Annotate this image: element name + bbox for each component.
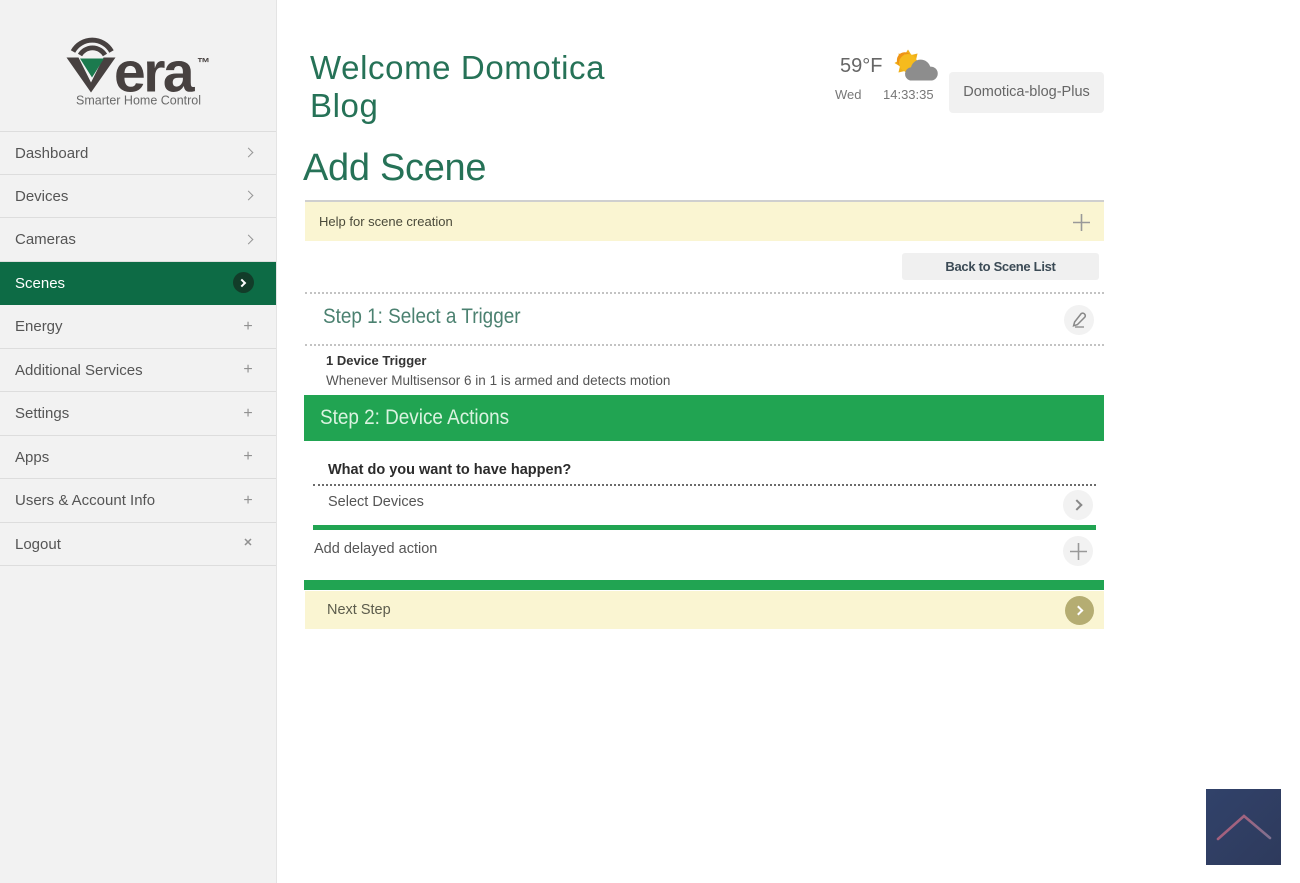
svg-text:™: ™ bbox=[197, 55, 210, 70]
svg-text:Smarter Home Control: Smarter Home Control bbox=[76, 94, 201, 108]
